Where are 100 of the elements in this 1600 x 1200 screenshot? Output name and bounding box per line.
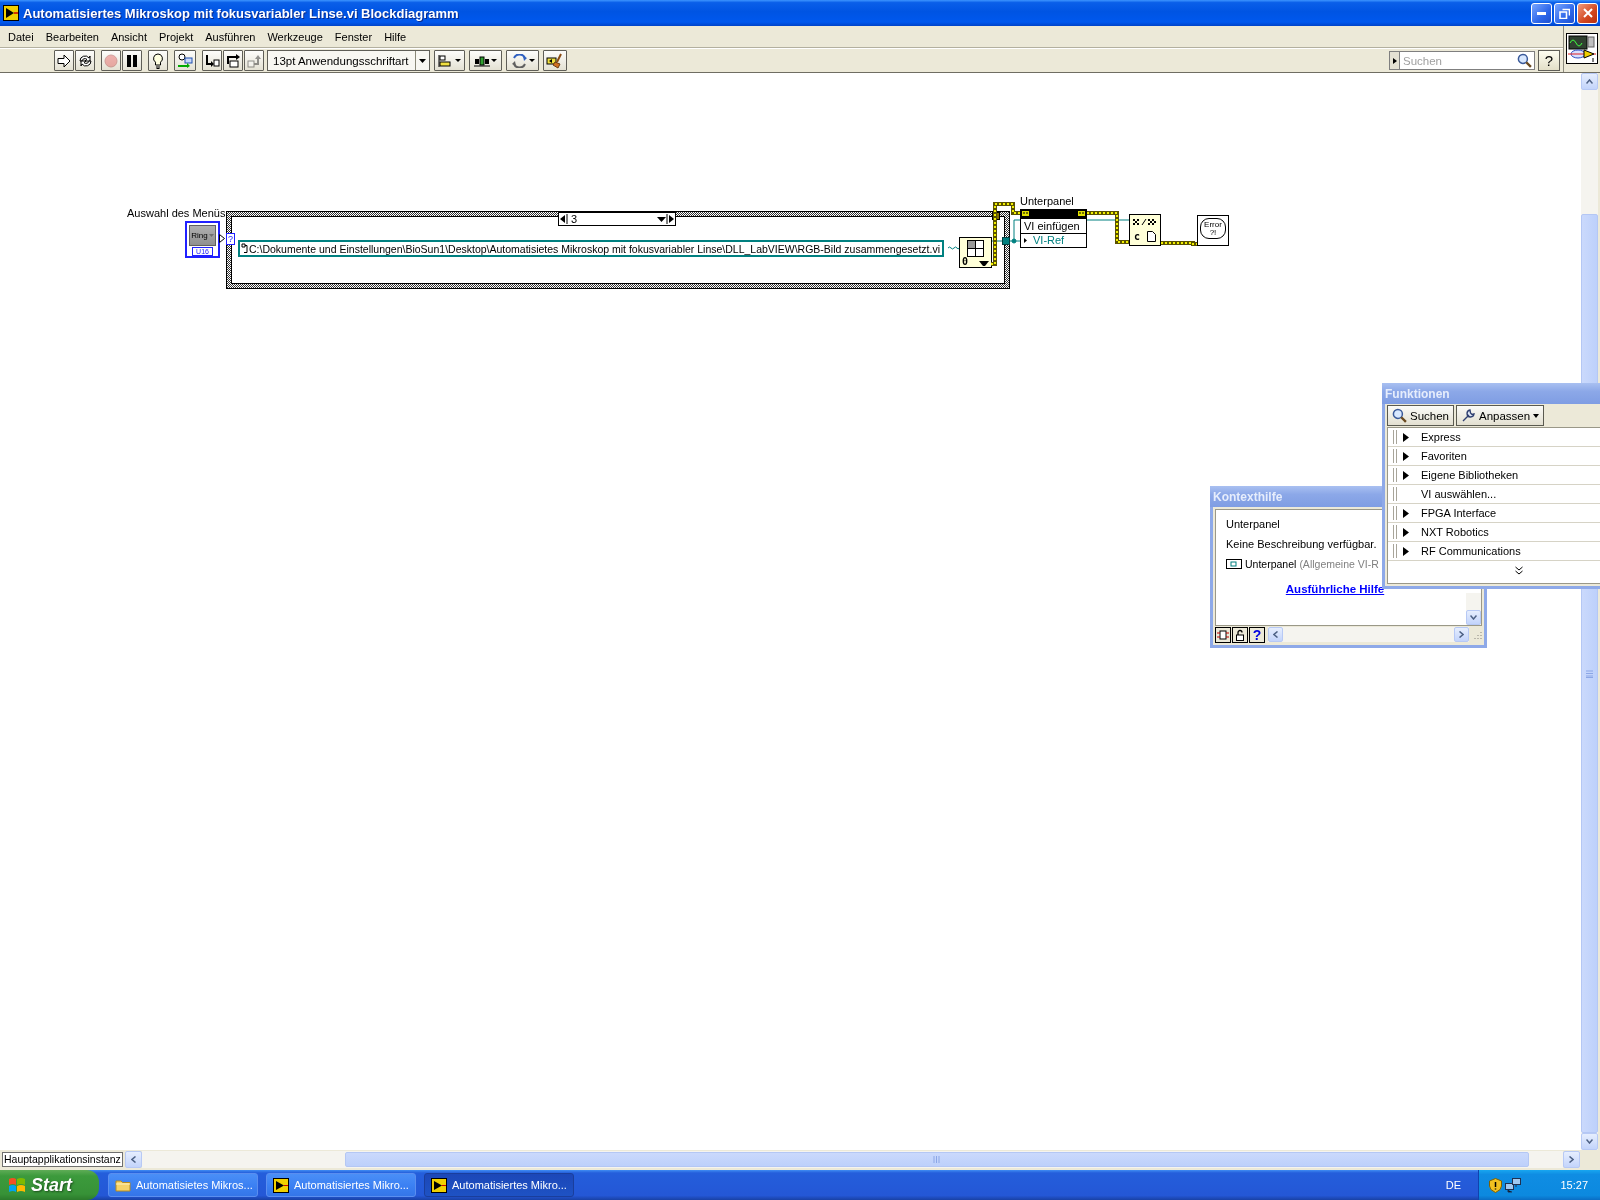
taskbar-button[interactable]: Automatisiertes Mikro... (424, 1173, 574, 1197)
wrench-icon (1461, 408, 1476, 423)
palette-item[interactable]: FPGA Interface (1388, 504, 1600, 523)
terminal-caption: Ring (191, 231, 208, 240)
run-button[interactable] (54, 50, 74, 71)
window-title: Automatisiertes Mikroskop mit fokusvariabler Linse.vi Blockdiagramm (23, 5, 460, 21)
close-icon (1582, 8, 1593, 18)
menu-item[interactable]: Werkzeuge (261, 28, 329, 45)
chevron-right-icon (1569, 1155, 1574, 1163)
grip-icon (1393, 544, 1397, 558)
chevron-down-icon (1586, 1139, 1593, 1144)
double-chevron-icon (1515, 566, 1523, 575)
menu-item[interactable]: Bearbeiten (39, 28, 105, 45)
taskbar-button[interactable]: Automatisiertes Mikro... (266, 1173, 416, 1197)
help-description: Keine Beschreibung verfügbar. (1226, 538, 1377, 550)
arrow-icon (57, 53, 71, 68)
shield-icon (1489, 1177, 1502, 1193)
step-out-icon (246, 53, 262, 68)
caret-icon (455, 59, 461, 62)
palette-item[interactable]: NXT Robotics (1388, 523, 1600, 542)
align-icon (438, 53, 454, 68)
path-icon (241, 243, 248, 254)
menu-item[interactable]: Ausführen (199, 28, 262, 45)
grip-icon (1393, 430, 1397, 444)
menu-item[interactable]: Ansicht (104, 28, 153, 45)
restore-icon (1559, 7, 1570, 19)
font-dropdown[interactable]: 13pt Anwendungsschriftart (267, 50, 430, 71)
window-title: Funktionen (1385, 386, 1450, 401)
grip-icon (1393, 525, 1397, 539)
menu-item[interactable]: Datei (2, 28, 40, 45)
scroll-right-button[interactable] (1563, 1150, 1580, 1168)
lock-icon (1235, 628, 1245, 641)
pause-button[interactable] (122, 50, 142, 71)
scroll-up-button[interactable] (1581, 73, 1598, 90)
retain-values-button[interactable] (174, 50, 196, 71)
step-over-button[interactable] (223, 50, 243, 71)
scroll-left-button[interactable] (124, 1150, 142, 1168)
case-selector[interactable]: 3 (558, 212, 676, 226)
lock-button[interactable] (1232, 626, 1248, 643)
palette-item[interactable]: VI auswählen... (1388, 485, 1600, 504)
palette-item[interactable]: Favoriten (1388, 447, 1600, 466)
vi-file-icon (3, 5, 19, 21)
run-continuously-button[interactable] (75, 50, 95, 71)
step-into-button[interactable] (202, 50, 222, 71)
step-over-icon (225, 53, 241, 68)
grip-icon (1586, 669, 1593, 678)
search-icon (1517, 53, 1532, 68)
help-button[interactable]: ? (1249, 626, 1265, 643)
distribute-icon (474, 53, 490, 68)
search-icon (1392, 408, 1407, 423)
scroll-down-button[interactable] (1581, 1133, 1598, 1150)
close-button[interactable] (1577, 2, 1598, 24)
customize-button[interactable]: Anpassen (1456, 405, 1545, 426)
grip-icon (1393, 449, 1397, 463)
step-into-icon (204, 53, 220, 68)
scrollbar-thumb[interactable] (344, 1151, 1529, 1167)
start-button[interactable]: Start (0, 1170, 99, 1200)
palette-item[interactable]: RF Communications (1388, 542, 1600, 561)
caret-icon (1533, 413, 1540, 418)
vi-file-icon (431, 1177, 447, 1193)
path-text: C:\Dokumente und Einstellungen\BioSun1\Desktop\Automatisietes Mikroskop mit fokusvariabler Linse\DLL_LabVIEW\RGB-Bild zusammengesetzt.vi (249, 242, 940, 255)
vi-file-icon (273, 1177, 289, 1193)
pause-icon (126, 54, 138, 67)
chevron-down-icon (1470, 615, 1477, 620)
window-title: Kontexthilfe (1213, 489, 1283, 504)
tunnel-icon (1002, 237, 1010, 245)
search-button[interactable]: Suchen (1387, 405, 1454, 426)
restore-button[interactable] (1554, 2, 1575, 24)
scroll-down-button[interactable] (1466, 610, 1481, 625)
minimize-button[interactable] (1531, 2, 1552, 24)
folder-icon (115, 1178, 131, 1192)
detailed-help-link[interactable]: Ausführliche Hilfe (1285, 583, 1385, 595)
path-wire (947, 246, 960, 250)
case-label: 3 (570, 213, 579, 225)
menu-item[interactable]: Fenster (328, 28, 379, 45)
palette-item[interactable]: Eigene Bibliotheken (1388, 466, 1600, 485)
node-caption: 0 (962, 257, 969, 267)
application-instance-label: Hauptapplikationsinstanz (2, 1151, 123, 1167)
chevron-left-icon (130, 1155, 136, 1163)
reorder-button[interactable] (506, 50, 539, 71)
node-label: Unterpanel (1020, 195, 1074, 207)
search-options-button[interactable] (1389, 51, 1399, 70)
cleanup-button[interactable] (543, 50, 567, 71)
help-heading: Unterpanel (1226, 518, 1280, 530)
scroll-right-button[interactable] (1454, 627, 1469, 642)
align-button[interactable] (434, 50, 465, 71)
menu-item[interactable]: Hilfe (378, 28, 413, 45)
palette-item[interactable]: Express (1388, 428, 1600, 447)
clock: 15:27 (1560, 1179, 1588, 1191)
node-mark: ?! (1209, 228, 1217, 237)
help-button[interactable]: ? (1538, 50, 1560, 71)
terminals-button[interactable] (1215, 626, 1231, 643)
terminals-icon (1217, 628, 1229, 641)
windows-flag-icon (8, 1177, 26, 1193)
scroll-left-button[interactable] (1268, 627, 1283, 642)
search-field[interactable]: Suchen (1399, 51, 1535, 70)
distribute-button[interactable] (469, 50, 502, 71)
menu-item[interactable]: Projekt (153, 28, 200, 45)
highlight-button[interactable] (148, 50, 168, 71)
taskbar-button[interactable]: Automatisietes Mikros... (108, 1173, 258, 1197)
